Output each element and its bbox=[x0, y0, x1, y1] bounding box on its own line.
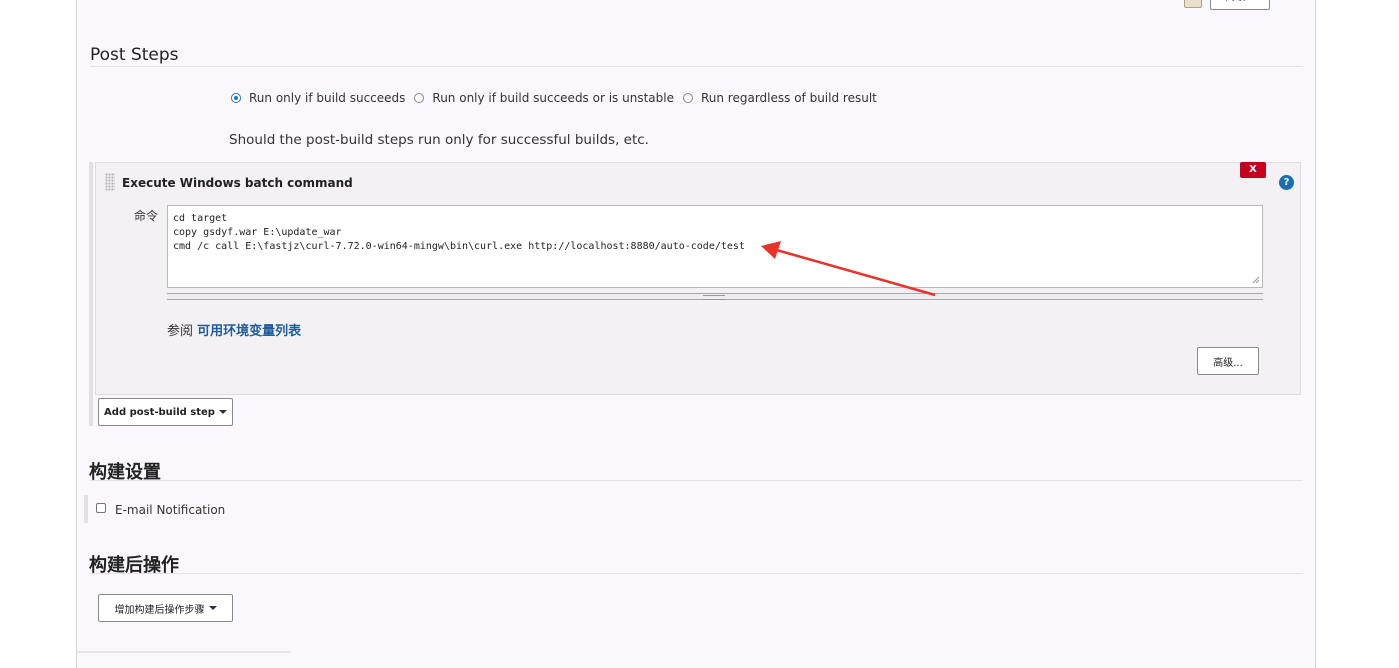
radio-label-succeeds[interactable]: Run only if build succeeds bbox=[249, 91, 405, 105]
top-advanced-button[interactable]: 高级... bbox=[1210, 0, 1270, 10]
advanced-button[interactable]: 高级... bbox=[1197, 347, 1259, 375]
radio-run-regardless[interactable] bbox=[682, 93, 693, 103]
post-steps-help-text: Should the post-build steps run only for… bbox=[229, 132, 649, 148]
step-title: Execute Windows batch command bbox=[122, 176, 353, 190]
post-steps-radio-group: Run only if build succeeds Run only if b… bbox=[231, 91, 886, 105]
email-notification-label[interactable]: E-mail Notification bbox=[115, 503, 225, 517]
resize-grip-icon bbox=[703, 295, 725, 300]
radio-label-unstable[interactable]: Run only if build succeeds or is unstabl… bbox=[432, 91, 674, 105]
radio-run-if-succeeds[interactable] bbox=[231, 93, 241, 103]
radio-run-if-unstable[interactable] bbox=[414, 93, 425, 103]
help-icon[interactable]: ? bbox=[1279, 175, 1294, 190]
add-post-build-step-button[interactable]: Add post-build step bbox=[98, 398, 233, 426]
command-label: 命令 bbox=[134, 209, 159, 223]
caret-down-icon bbox=[218, 410, 227, 414]
section-divider bbox=[89, 480, 1303, 481]
annotation-arrow bbox=[761, 241, 936, 297]
delete-step-button[interactable]: X bbox=[1240, 162, 1266, 178]
see-also-prefix: 参阅 bbox=[167, 324, 194, 339]
add-post-build-action-button[interactable]: 增加构建后操作步骤 bbox=[98, 594, 233, 622]
email-notification-checkbox[interactable] bbox=[96, 503, 106, 513]
drag-handle-icon[interactable] bbox=[105, 173, 115, 191]
resize-corner-icon[interactable] bbox=[1252, 276, 1260, 284]
section-divider bbox=[90, 66, 1303, 67]
see-also-row: 参阅 可用环境变量列表 bbox=[167, 320, 301, 339]
command-textarea[interactable]: cd target copy gsdyf.war E:\update_war c… bbox=[167, 205, 1263, 288]
env-vars-link[interactable]: 可用环境变量列表 bbox=[197, 324, 301, 339]
post-steps-title: Post Steps bbox=[90, 45, 179, 65]
add-post-build-step-label: Add post-build step bbox=[104, 406, 215, 418]
notepad-icon[interactable] bbox=[1184, 0, 1202, 8]
checkbox-left-bar bbox=[84, 495, 88, 523]
section-divider bbox=[89, 573, 1303, 574]
caret-down-icon bbox=[208, 606, 217, 610]
radio-label-regardless[interactable]: Run regardless of build result bbox=[701, 91, 877, 105]
add-post-build-action-label: 增加构建后操作步骤 bbox=[114, 604, 205, 616]
step-left-bar bbox=[89, 162, 93, 426]
